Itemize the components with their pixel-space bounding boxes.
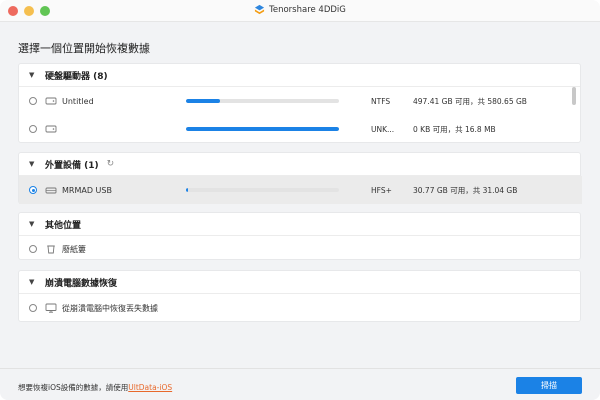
drive-label: MRMAD USB <box>62 185 112 195</box>
hard-drive-icon <box>45 97 57 105</box>
page-title: 選擇一個位置開始恢複數據 <box>18 42 150 55</box>
trash-icon <box>47 245 55 254</box>
footer-hint: 想要恢複iOS設備的數據，請使用UltData-iOS <box>18 382 172 393</box>
app-window: Tenorshare 4DDiG 選擇一個位置開始恢複數據 ▼ 硬盤驅動器 (8… <box>0 0 600 400</box>
title-bar: Tenorshare 4DDiG <box>0 0 600 22</box>
tenorshare-logo-icon <box>255 4 265 15</box>
location-radio[interactable] <box>29 245 37 253</box>
drive-row[interactable]: Untitled NTFS 497.41 GB 可用，共 580.65 GB <box>19 87 582 115</box>
computer-icon <box>45 303 57 313</box>
location-label: 廢紙簍 <box>62 244 86 254</box>
location-radio[interactable] <box>29 304 37 312</box>
app-title: Tenorshare 4DDiG <box>0 4 600 15</box>
hard-drive-icon <box>45 125 57 133</box>
location-row[interactable]: 廢紙簍 <box>19 235 582 263</box>
filesystem-label: HFS+ <box>371 185 392 195</box>
drive-row[interactable]: MRMAD USB HFS+ 30.77 GB 可用，共 31.04 GB <box>19 176 582 204</box>
drive-radio[interactable] <box>29 186 37 194</box>
scrollbar-thumb[interactable] <box>572 87 576 105</box>
scan-button[interactable]: 掃描 <box>516 377 582 394</box>
crash-recovery-title: 崩潰電腦數據恢復 <box>45 278 118 289</box>
capacity-label: 497.41 GB 可用，共 580.65 GB <box>413 96 527 106</box>
crash-recovery-panel: ▼ 崩潰電腦數據恢復 從崩潰電腦中恢復丟失數據 <box>18 270 581 322</box>
usage-bar-fill <box>186 188 188 192</box>
usage-bar-fill <box>186 127 339 131</box>
collapse-caret-icon[interactable]: ▼ <box>29 160 45 168</box>
footer-bar: 想要恢複iOS設備的數據，請使用UltData-iOS 掃描 <box>0 368 600 400</box>
other-locations-title: 其他位置 <box>45 220 82 231</box>
capacity-label: 30.77 GB 可用，共 31.04 GB <box>413 185 518 195</box>
drive-radio[interactable] <box>29 97 37 105</box>
external-devices-title: 外置設備 (1) <box>45 160 99 171</box>
filesystem-label: NTFS <box>371 96 391 106</box>
hard-drives-title: 硬盤驅動器 (8) <box>45 71 108 82</box>
external-devices-header[interactable]: ▼ 外置設備 (1) ↻ <box>19 153 580 176</box>
refresh-icon[interactable]: ↻ <box>107 159 115 169</box>
filesystem-label: UNK... <box>371 124 395 134</box>
collapse-caret-icon[interactable]: ▼ <box>29 71 45 79</box>
collapse-caret-icon[interactable]: ▼ <box>29 220 45 228</box>
drive-label: Untitled <box>62 96 94 106</box>
usage-bar <box>186 99 339 103</box>
collapse-caret-icon[interactable]: ▼ <box>29 278 45 286</box>
drive-radio[interactable] <box>29 125 37 133</box>
hard-drives-panel: ▼ 硬盤驅動器 (8) Untitled NTFS 497.41 GB 可用，共… <box>18 63 581 143</box>
app-title-text: Tenorshare 4DDiG <box>269 4 346 15</box>
capacity-label: 0 KB 可用，共 16.8 MB <box>413 124 496 134</box>
usage-bar-fill <box>186 99 220 103</box>
usb-drive-icon <box>45 187 57 194</box>
usage-bar <box>186 127 339 131</box>
usage-bar <box>186 188 339 192</box>
external-devices-panel: ▼ 外置設備 (1) ↻ MRMAD USB HFS+ 30.77 GB 可用，… <box>18 152 582 204</box>
location-row[interactable]: 從崩潰電腦中恢復丟失數據 <box>19 294 582 322</box>
other-locations-header[interactable]: ▼ 其他位置 <box>19 213 580 236</box>
ultdata-ios-link[interactable]: UltData-iOS <box>128 383 172 392</box>
crash-recovery-header[interactable]: ▼ 崩潰電腦數據恢復 <box>19 271 580 294</box>
footer-hint-text: 想要恢複iOS設備的數據，請使用 <box>18 383 129 392</box>
other-locations-panel: ▼ 其他位置 廢紙簍 <box>18 212 581 260</box>
drive-row[interactable]: UNK... 0 KB 可用，共 16.8 MB <box>19 115 582 143</box>
hard-drives-header[interactable]: ▼ 硬盤驅動器 (8) <box>19 64 580 87</box>
location-label: 從崩潰電腦中恢復丟失數據 <box>62 303 158 313</box>
